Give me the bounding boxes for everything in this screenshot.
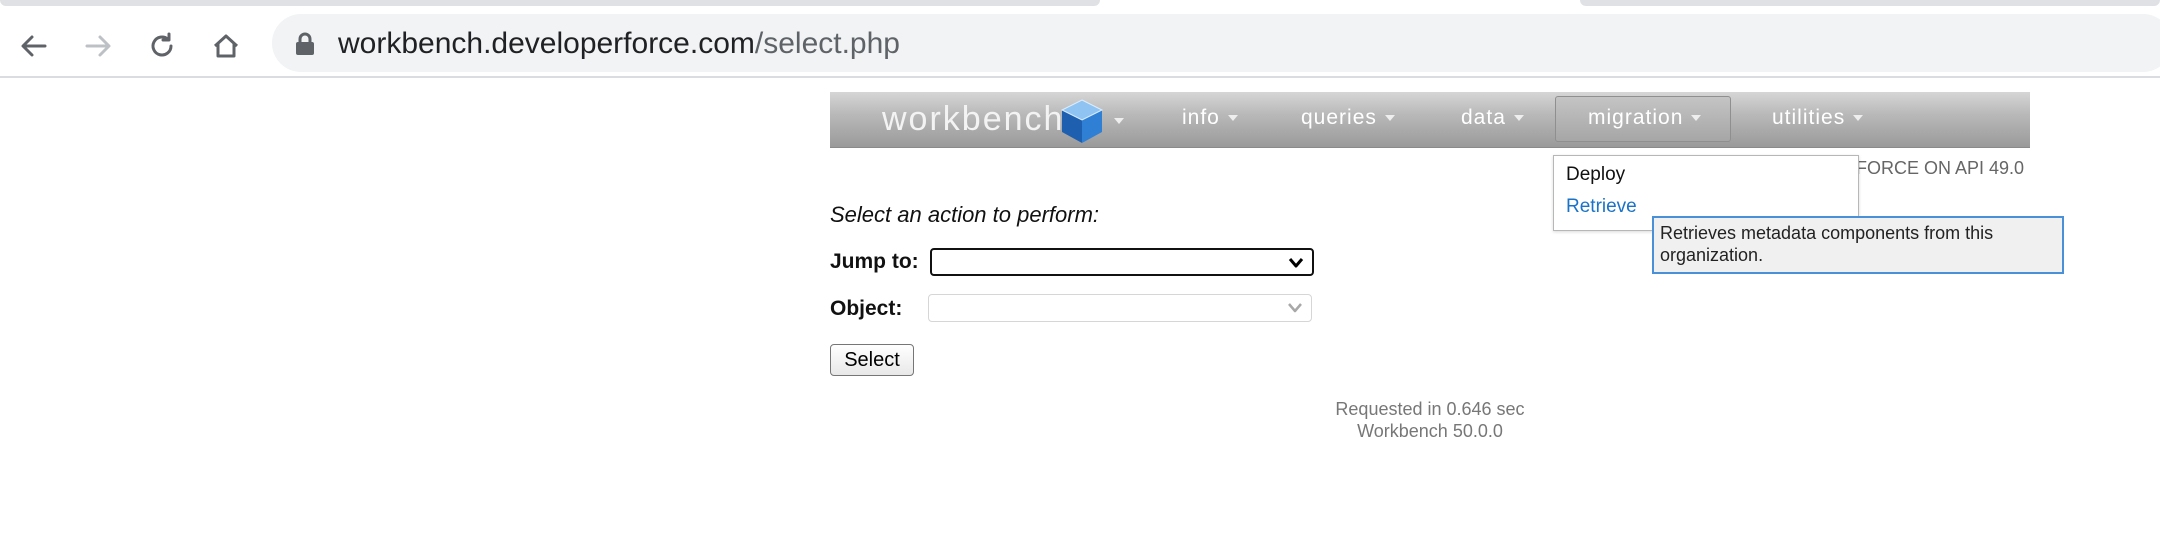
menu-item-retrieve[interactable]: Retrieve	[1566, 196, 1637, 218]
page-footer: Requested in 0.646 sec Workbench 50.0.0	[1230, 398, 1630, 442]
workbench-header: workbench info queries data migration ut…	[830, 92, 2030, 148]
chevron-down-icon	[1288, 258, 1304, 268]
chevron-down-icon	[1691, 115, 1702, 122]
request-timing: Requested in 0.646 sec	[1335, 399, 1525, 419]
cube-logo-icon	[1060, 99, 1104, 143]
chevron-down-icon	[1288, 303, 1302, 313]
menu-migration-label: migration	[1588, 106, 1684, 129]
home-icon	[213, 34, 239, 58]
menu-item-deploy[interactable]: Deploy	[1566, 164, 1625, 186]
menu-data[interactable]: data	[1461, 106, 1524, 130]
menu-utilities-label: utilities	[1772, 106, 1846, 129]
tab-inactive[interactable]	[1580, 0, 2160, 6]
object-label: Object:	[830, 297, 903, 320]
url-path: /select.php	[754, 27, 900, 60]
forward-button[interactable]	[78, 26, 118, 66]
chevron-down-icon[interactable]	[1114, 118, 1124, 124]
tab-inactive[interactable]	[0, 0, 1100, 6]
menu-info-label: info	[1182, 106, 1220, 129]
browser-toolbar: workbench.developerforce.com/select.php	[0, 8, 2160, 78]
chevron-down-icon	[1384, 115, 1395, 122]
back-button[interactable]	[14, 26, 54, 66]
menu-migration[interactable]: migration	[1588, 106, 1702, 130]
reload-icon	[151, 32, 173, 57]
jump-to-label: Jump to:	[830, 250, 919, 273]
arrow-right-icon	[85, 35, 111, 57]
menu-info[interactable]: info	[1182, 106, 1238, 130]
workbench-version: Workbench 50.0.0	[1357, 421, 1503, 441]
home-button[interactable]	[206, 26, 246, 66]
menu-queries-label: queries	[1301, 106, 1377, 129]
menu-utilities[interactable]: utilities	[1772, 106, 1864, 130]
url-text[interactable]: workbench.developerforce.com/select.php	[338, 27, 900, 61]
tab-strip	[0, 0, 2160, 8]
lock-icon	[296, 32, 314, 55]
api-version-note: FORCE ON API 49.0	[1856, 158, 2025, 178]
chevron-down-icon	[1513, 115, 1524, 122]
address-bar[interactable]: workbench.developerforce.com/select.php	[272, 14, 2160, 72]
object-select	[928, 294, 1312, 322]
jump-to-select[interactable]	[930, 248, 1314, 276]
select-button[interactable]: Select	[830, 344, 914, 376]
menu-queries[interactable]: queries	[1301, 106, 1395, 130]
chevron-down-icon	[1227, 115, 1238, 122]
arrow-left-icon	[21, 35, 47, 57]
action-prompt: Select an action to perform:	[830, 202, 1100, 227]
url-host: workbench.developerforce.com	[338, 27, 755, 60]
reload-button[interactable]	[142, 26, 182, 66]
menu-data-label: data	[1461, 106, 1506, 129]
chevron-down-icon	[1853, 115, 1864, 122]
workbench-logo[interactable]: workbench	[882, 100, 1064, 139]
retrieve-tooltip: Retrieves metadata components from this …	[1652, 216, 2064, 274]
